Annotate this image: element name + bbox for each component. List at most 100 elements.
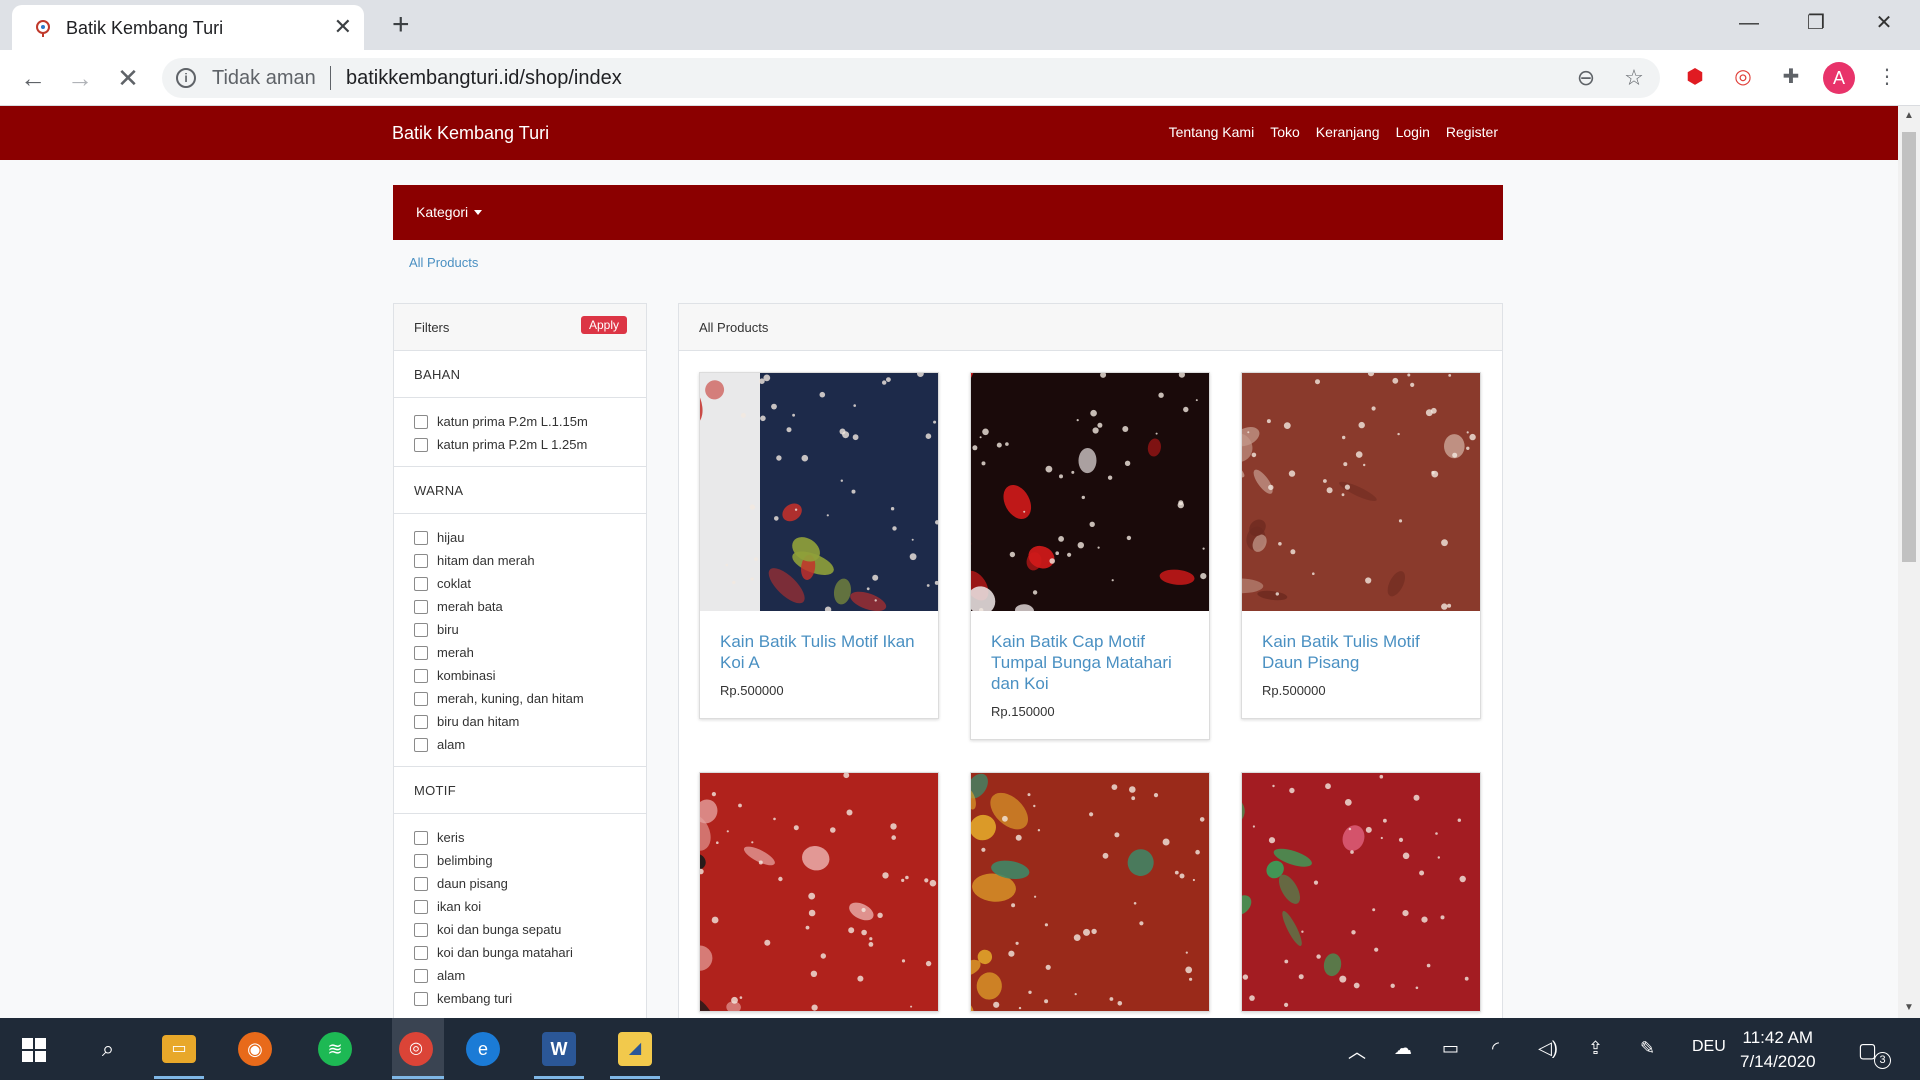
address-bar[interactable]: i Tidak aman batikkembangturi.id/shop/in… xyxy=(162,58,1660,98)
filter-checkbox[interactable] xyxy=(414,922,428,937)
filter-option[interactable]: ikan koi xyxy=(414,895,626,918)
filter-checkbox[interactable] xyxy=(414,714,428,729)
filter-checkbox[interactable] xyxy=(414,414,428,429)
product-card[interactable]: Kain Batik Tulis Motif Daun Pisang Rp.500… xyxy=(1241,372,1481,719)
scroll-up-arrow-icon[interactable]: ▲ xyxy=(1904,110,1914,121)
product-card[interactable] xyxy=(970,772,1210,1012)
product-title-link[interactable]: Kain Batik Tulis Motif Ikan Koi A xyxy=(720,631,918,673)
filter-checkbox[interactable] xyxy=(414,553,428,568)
show-hidden-icons-chevron-icon[interactable]: ︿ xyxy=(1348,1038,1366,1064)
zoom-icon[interactable]: ⊖ xyxy=(1572,64,1600,92)
filter-checkbox[interactable] xyxy=(414,437,428,452)
firefox-icon[interactable]: ◉ xyxy=(238,1032,272,1066)
extensions-puzzle-icon[interactable]: ✚ xyxy=(1776,62,1806,92)
scrollbar-thumb[interactable] xyxy=(1902,132,1916,562)
product-image[interactable] xyxy=(971,773,1209,1011)
filter-checkbox[interactable] xyxy=(414,991,428,1006)
filter-option[interactable]: merah xyxy=(414,641,626,664)
site-info-icon[interactable]: i xyxy=(176,68,196,88)
filter-checkbox[interactable] xyxy=(414,737,428,752)
filter-option[interactable]: belimbing xyxy=(414,849,626,872)
filter-checkbox[interactable] xyxy=(414,830,428,845)
minimize-window-button[interactable]: — xyxy=(1719,6,1779,40)
filter-option[interactable]: koi dan bunga sepatu xyxy=(414,918,626,941)
category-dropdown[interactable]: Kategori xyxy=(416,204,483,220)
filter-option[interactable]: biru xyxy=(414,618,626,641)
pen-icon[interactable]: ✎ xyxy=(1640,1038,1655,1059)
page-scrollbar[interactable]: ▲ ▼ xyxy=(1898,106,1920,1018)
windows-start-icon[interactable] xyxy=(22,1038,46,1062)
new-tab-button[interactable]: + xyxy=(392,10,410,40)
system-clock[interactable]: 11:42 AM 7/14/2020 xyxy=(1740,1026,1816,1074)
breadcrumb[interactable]: All Products xyxy=(409,255,478,270)
filter-option[interactable]: coklat xyxy=(414,572,626,595)
filter-checkbox[interactable] xyxy=(414,668,428,683)
filter-checkbox[interactable] xyxy=(414,622,428,637)
battery-icon[interactable]: ▭ xyxy=(1442,1038,1459,1059)
sticky-app-icon[interactable]: ◢ xyxy=(618,1032,652,1066)
browser-menu-icon[interactable]: ⋮ xyxy=(1872,62,1902,92)
input-language[interactable]: DEU xyxy=(1692,1038,1726,1056)
browser-tab[interactable]: Batik Kembang Turi ✕ xyxy=(12,5,364,50)
product-title-link[interactable]: Kain Batik Tulis Motif Daun Pisang xyxy=(1262,631,1460,673)
filter-checkbox[interactable] xyxy=(414,968,428,983)
filter-checkbox[interactable] xyxy=(414,645,428,660)
filter-option[interactable]: biru dan hitam xyxy=(414,710,626,733)
product-image[interactable] xyxy=(1242,373,1480,611)
filter-option[interactable]: alam xyxy=(414,733,626,756)
filter-option[interactable]: hijau xyxy=(414,526,626,549)
scroll-down-arrow-icon[interactable]: ▼ xyxy=(1904,1002,1914,1013)
url-text[interactable]: batikkembangturi.id/shop/index xyxy=(346,67,622,90)
filter-checkbox[interactable] xyxy=(414,576,428,591)
filter-checkbox[interactable] xyxy=(414,599,428,614)
tab-close-icon[interactable]: ✕ xyxy=(334,15,352,39)
nav-link-toko[interactable]: Toko xyxy=(1270,124,1300,140)
edge-icon[interactable]: e xyxy=(466,1032,500,1066)
site-brand[interactable]: Batik Kembang Turi xyxy=(392,123,549,144)
product-card[interactable] xyxy=(1241,772,1481,1012)
product-card[interactable]: Kain Batik Tulis Motif Ikan Koi A Rp.5000… xyxy=(699,372,939,719)
filter-option[interactable]: daun pisang xyxy=(414,872,626,895)
upload-cloud-icon[interactable]: ⇪ xyxy=(1588,1038,1603,1059)
apply-filters-button[interactable]: Apply xyxy=(580,316,627,334)
stop-loading-icon[interactable]: ✕ xyxy=(111,62,145,96)
filter-option[interactable]: merah, kuning, dan hitam xyxy=(414,687,626,710)
chrome-icon[interactable]: ◎ xyxy=(399,1032,433,1066)
product-title-link[interactable]: Kain Batik Cap Motif Tumpal Bunga Mataha… xyxy=(991,631,1189,694)
filter-option[interactable]: hitam dan merah xyxy=(414,549,626,572)
filter-checkbox[interactable] xyxy=(414,899,428,914)
product-image[interactable] xyxy=(971,373,1209,611)
filter-option[interactable]: keris xyxy=(414,826,626,849)
product-image[interactable] xyxy=(1242,773,1480,1011)
nav-link-login[interactable]: Login xyxy=(1396,124,1430,140)
restore-window-button[interactable]: ❐ xyxy=(1786,6,1846,40)
filter-option[interactable]: kembang turi xyxy=(414,987,626,1010)
nav-link-tentang-kami[interactable]: Tentang Kami xyxy=(1169,124,1255,140)
file-explorer-icon[interactable]: ▭ xyxy=(162,1035,196,1063)
spotify-icon[interactable]: ≋ xyxy=(318,1032,352,1066)
filter-checkbox[interactable] xyxy=(414,530,428,545)
product-card[interactable]: Kain Batik Cap Motif Tumpal Bunga Mataha… xyxy=(970,372,1210,740)
profile-avatar[interactable]: A xyxy=(1823,62,1855,94)
nav-link-register[interactable]: Register xyxy=(1446,124,1498,140)
product-image[interactable] xyxy=(700,773,938,1011)
filter-option[interactable]: katun prima P.2m L.1.15m xyxy=(414,410,626,433)
filter-checkbox[interactable] xyxy=(414,945,428,960)
onedrive-cloud-icon[interactable]: ☁ xyxy=(1394,1038,1412,1059)
network-icon[interactable]: ◜ xyxy=(1492,1038,1499,1059)
product-card[interactable] xyxy=(699,772,939,1012)
filter-checkbox[interactable] xyxy=(414,691,428,706)
nav-link-keranjang[interactable]: Keranjang xyxy=(1316,124,1380,140)
bookmark-star-icon[interactable]: ☆ xyxy=(1620,64,1648,92)
search-icon[interactable]: ⌕ xyxy=(87,1028,129,1070)
forward-arrow-icon[interactable]: → xyxy=(63,62,97,96)
volume-icon[interactable]: ◁) xyxy=(1538,1038,1558,1059)
adblock-extension-icon[interactable]: ⬢ xyxy=(1680,62,1710,92)
filter-option[interactable]: katun prima P.2m L 1.25m xyxy=(414,433,626,456)
word-icon[interactable]: W xyxy=(542,1032,576,1066)
screenshot-extension-icon[interactable]: ◎ xyxy=(1728,62,1758,92)
close-window-button[interactable]: ✕ xyxy=(1854,6,1914,40)
product-image[interactable] xyxy=(700,373,938,611)
filter-option[interactable]: kombinasi xyxy=(414,664,626,687)
filter-option[interactable]: koi dan bunga matahari xyxy=(414,941,626,964)
